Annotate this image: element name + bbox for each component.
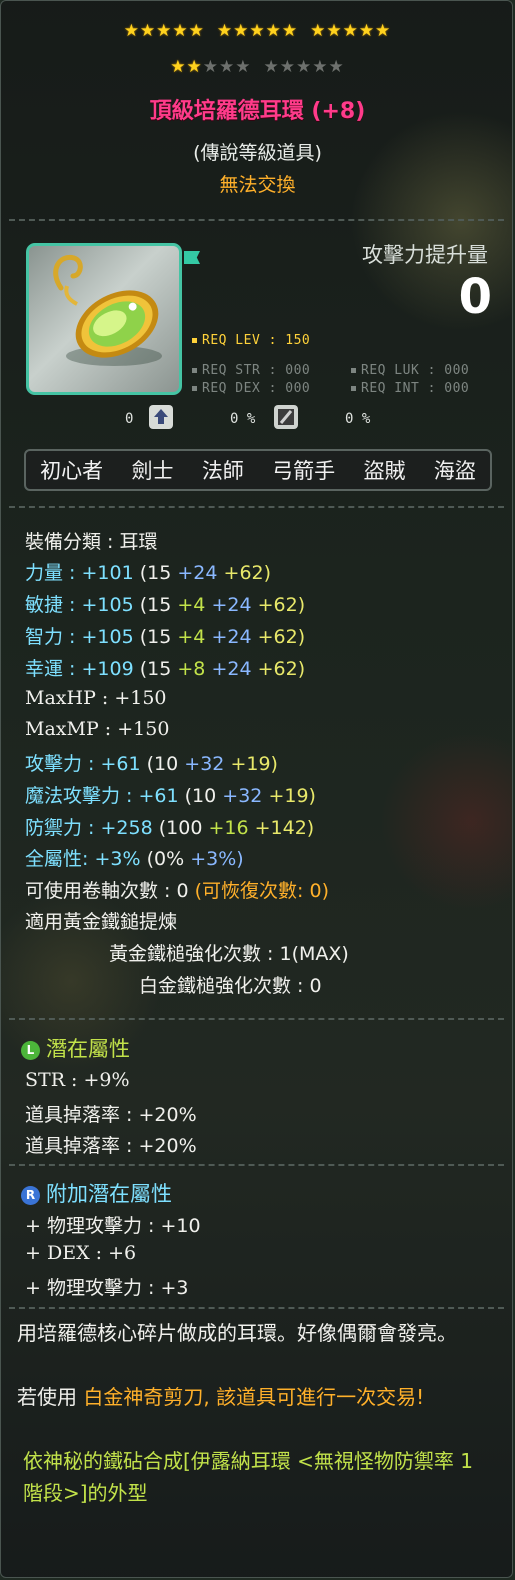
scroll-slots: 可使用卷軸次數 : 0 (可恢復次數: 0) [25,880,329,902]
star-force-row-1: ★★★★★ ★★★★★ ★★★★★ [123,21,392,41]
divider [9,506,504,508]
additional-line-3: + 物理攻擊力 : +3 [25,1277,189,1299]
potential-line-3: 道具掉落率 : +20% [25,1135,197,1157]
item-icon-frame [26,243,182,395]
additional-line-2: + DEX : +6 [25,1242,137,1264]
trade-scissors-note: 若使用 白金神奇剪刀, 該道具可進行一次交易! [17,1385,425,1409]
legendary-badge-icon: L [21,1041,40,1060]
attack-increase-value: 0 [458,269,492,325]
divider [9,1307,504,1309]
stat-int: 智力 : +105 (15 +4 +24 +62) [25,626,306,648]
small-value-2: 0 % [230,411,256,427]
job-beginner: 初心者 [40,459,104,483]
anvil-appearance-note: 依神秘的鐵砧合成[伊露納耳環 <無視怪物防禦率 1階段>]的外型 [23,1449,473,1505]
trade-status: 無法交換 [219,174,296,196]
platinum-hammer-count: 白金鐵槌強化次數 : 0 [139,975,322,997]
potential-line-2: 道具掉落率 : +20% [25,1104,197,1126]
small-value-3: 0 % [345,411,371,427]
req-int: REQ INT : 000 [351,381,469,396]
job-magician: 法師 [201,459,244,483]
job-thief: 盜賊 [363,459,406,483]
hammer-title: 適用黃金鐵鎚提煉 [25,911,178,933]
stat-dex: 敏捷 : +105 (15 +4 +24 +62) [25,594,306,616]
req-luk: REQ LUK : 000 [351,363,469,378]
additional-potential-header: R 附加潛在屬性 [21,1178,172,1208]
job-class-bar: 初心者 劍士 法師 弓箭手 盜賊 海盜 [24,449,492,491]
gold-hammer-count: 黃金鐵槌強化次數 : 1(MAX) [109,943,349,965]
upgrade-icon [149,405,173,429]
divider [9,1018,504,1020]
divider [9,219,504,221]
stat-maxmp: MaxMP : +150 [25,718,170,740]
attack-increase-label: 攻擊力提升量 [362,243,488,267]
star-force-row-2: ★★★★★ ★★★★★ [170,57,345,77]
stat-maxhp: MaxHP : +150 [25,687,167,709]
req-str: REQ STR : 000 [192,363,310,378]
stat-attack: 攻擊力 : +61 (10 +32 +19) [25,753,278,775]
job-archer: 弓箭手 [272,459,336,483]
stat-defense: 防禦力 : +258 (100 +16 +142) [25,817,315,839]
stat-str: 力量 : +101 (15 +24 +62) [25,562,272,584]
potential-header: L 潛在屬性 [21,1033,130,1063]
small-value-1: 0 [125,411,134,427]
potential-line-1: STR : +9% [25,1069,130,1091]
slash-icon [274,405,298,429]
item-description: 用培羅德核心碎片做成的耳環。好像偶爾會發亮。 [17,1321,457,1345]
stat-magic-attack: 魔法攻擊力 : +61 (10 +32 +19) [25,785,316,807]
divider [9,1164,504,1166]
rare-badge-icon: R [21,1186,40,1205]
item-tooltip: ★★★★★ ★★★★★ ★★★★★ ★★★★★ ★★★★★ 頂級培羅德耳環 (+8) … [0,0,513,1578]
equip-category: 裝備分類 : 耳環 [25,531,158,553]
req-level: REQ LEV : 150 [192,333,310,348]
req-dex: REQ DEX : 000 [192,381,310,396]
grade-flag-icon [184,251,200,264]
stat-luk: 幸運 : +109 (15 +8 +24 +62) [25,658,306,680]
stat-all-stat: 全屬性: +3% (0% +3%) [25,848,244,870]
item-grade: (傳說等級道具) [193,142,322,164]
job-warrior: 劍士 [131,459,174,483]
job-pirate: 海盜 [433,459,476,483]
item-name: 頂級培羅德耳環 (+8) [149,99,366,124]
earring-icon [53,254,162,366]
additional-line-1: + 物理攻擊力 : +10 [25,1215,201,1237]
